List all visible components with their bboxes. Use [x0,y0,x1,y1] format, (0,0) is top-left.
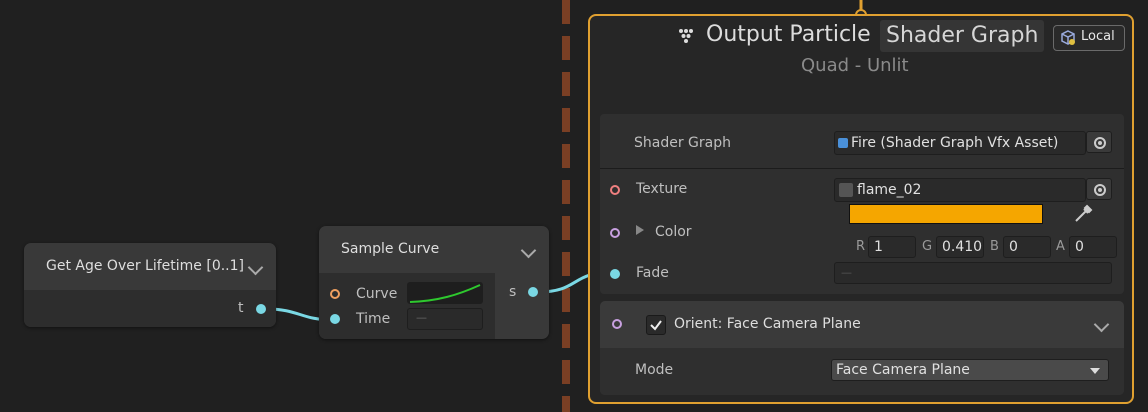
shader-graph-label: Shader Graph [634,135,731,151]
a-field[interactable]: 0 [1069,236,1117,258]
color-label: Color [655,224,692,240]
local-space-button[interactable]: Local [1053,25,1125,51]
shader-graph-value: Fire (Shader Graph Vfx Asset) [851,135,1059,151]
curve-preview-icon [409,284,481,303]
context-subtitle: Quad - Unlit [801,55,909,76]
shader-graph-picker-button[interactable] [1086,131,1112,153]
b-value: 0 [1009,239,1018,255]
output-label-s: s [509,284,517,300]
chevron-down-icon[interactable] [247,259,264,276]
shader-asset-icon [838,138,848,148]
r-value: 1 [874,239,883,255]
block-enabled-checkbox[interactable] [646,315,666,335]
output-port-t[interactable] [256,304,266,314]
mode-dropdown[interactable]: Face Camera Plane [831,359,1109,381]
curve-field[interactable] [407,282,483,304]
r-field[interactable]: 1 [868,236,916,258]
color-swatch[interactable] [849,204,1043,224]
input-label-curve: Curve [356,286,398,302]
b-label: B [990,239,999,254]
texture-picker-button[interactable] [1086,178,1112,200]
age-over-lifetime-node[interactable]: Get Age Over Lifetime [0..1] t [24,243,276,327]
output-port-s[interactable] [528,287,538,297]
time-field[interactable]: — [407,308,483,330]
mode-label: Mode [635,362,674,378]
output-label-t: t [238,300,244,316]
fade-value: — [841,266,852,279]
a-label: A [1056,239,1065,254]
checkmark-icon [650,320,662,331]
block-title: Orient: Face Camera Plane [674,316,861,332]
mode-value: Face Camera Plane [836,362,970,378]
r-label: R [856,239,866,254]
texture-label: Texture [636,181,688,197]
context-title: Output Particle [706,22,871,47]
properties-panel: Shader Graph Fire (Shader Graph Vfx Asse… [600,114,1124,294]
a-value: 0 [1075,239,1084,255]
texture-thumbnail-icon [839,183,853,197]
input-label-time: Time [356,311,391,327]
b-field[interactable]: 0 [1003,236,1051,258]
input-port-curve[interactable] [330,289,340,299]
input-port-fade[interactable] [610,269,620,279]
g-value: 0.410 [942,239,983,255]
output-particle-context[interactable]: Output Particle Shader Graph Local Quad … [588,14,1134,404]
node-title: Sample Curve [341,241,440,257]
local-cube-icon [1061,30,1075,45]
node-inputs: Curve Time — [319,273,495,339]
orient-block[interactable]: Orient: Face Camera Plane Mode Face Came… [600,301,1124,395]
chevron-down-icon[interactable] [1093,316,1110,333]
block-body: Mode Face Camera Plane [600,348,1124,395]
node-outputs: t [24,290,276,327]
input-port-time[interactable] [330,314,340,324]
shader-graph-field[interactable]: Fire (Shader Graph Vfx Asset) [834,131,1086,155]
expand-arrow-icon[interactable] [636,225,644,235]
dropdown-arrow-icon [1090,368,1100,374]
eyedropper-icon[interactable] [1072,201,1096,225]
local-label: Local [1081,29,1115,44]
g-field[interactable]: 0.410 [936,236,984,258]
sample-curve-node[interactable]: Sample Curve Curve Time — s [319,226,549,339]
time-field-value: — [416,311,427,324]
g-label: G [922,239,933,254]
input-port-texture[interactable] [610,185,620,195]
shader-graph-pill: Shader Graph [880,20,1045,52]
particle-dots-icon [679,29,693,43]
input-port-color[interactable] [610,228,620,238]
texture-field[interactable]: flame_02 [834,178,1086,202]
block-port[interactable] [612,319,622,329]
chevron-down-icon[interactable] [520,242,537,259]
fade-field[interactable]: — [834,262,1112,284]
node-title: Get Age Over Lifetime [0..1] [46,258,245,274]
texture-value: flame_02 [857,182,922,198]
fade-label: Fade [636,265,669,281]
divider [600,168,1124,169]
